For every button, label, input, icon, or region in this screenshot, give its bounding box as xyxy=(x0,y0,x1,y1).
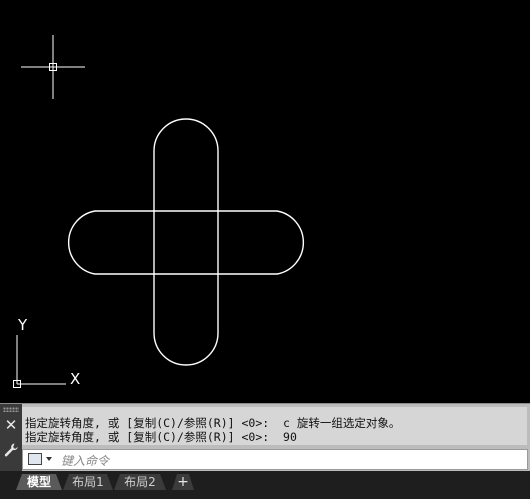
crosshair-cursor-icon xyxy=(21,35,85,99)
wrench-icon[interactable] xyxy=(2,441,20,459)
history-line: 指定旋转角度, 或 [复制(C)/参照(R)] <0>: c 旋转一组选定对象。 xyxy=(25,416,401,430)
ucs-icon xyxy=(13,335,66,388)
command-history: 指定旋转角度, 或 [复制(C)/参照(R)] <0>: c 旋转一组选定对象。… xyxy=(22,407,527,445)
command-line-sidebar: ✕ xyxy=(0,404,22,472)
horizontal-slot-shape[interactable] xyxy=(68,210,304,275)
chevron-down-icon xyxy=(46,457,52,461)
add-layout-button[interactable]: + xyxy=(172,474,194,490)
layout-tab-bar: 模型 布局1 布局2 + xyxy=(0,471,530,499)
tab-model[interactable]: 模型 xyxy=(16,474,62,490)
command-input[interactable] xyxy=(59,450,523,471)
drawing-canvas[interactable]: Y X xyxy=(0,0,530,403)
ucs-y-label: Y xyxy=(17,316,28,334)
close-icon[interactable]: ✕ xyxy=(3,417,19,433)
tab-layout1[interactable]: 布局1 xyxy=(63,474,113,490)
ucs-x-label: X xyxy=(70,370,80,388)
command-line-panel: ✕ 指定旋转角度, 或 [复制(C)/参照(R)] <0>: c 旋转一组选定对… xyxy=(0,403,530,472)
command-input-row xyxy=(22,449,528,471)
drawing-area: Y X xyxy=(13,35,304,388)
command-prompt-icon[interactable] xyxy=(26,452,54,467)
history-line: 指定旋转角度, 或 [复制(C)/参照(R)] <0>: 90 xyxy=(25,430,297,444)
vertical-slot-shape[interactable] xyxy=(153,118,219,366)
prompt-box xyxy=(28,453,42,465)
drag-grip-icon[interactable] xyxy=(3,407,19,412)
wrench-glyph xyxy=(4,443,18,457)
tab-layout2[interactable]: 布局2 xyxy=(114,474,166,490)
